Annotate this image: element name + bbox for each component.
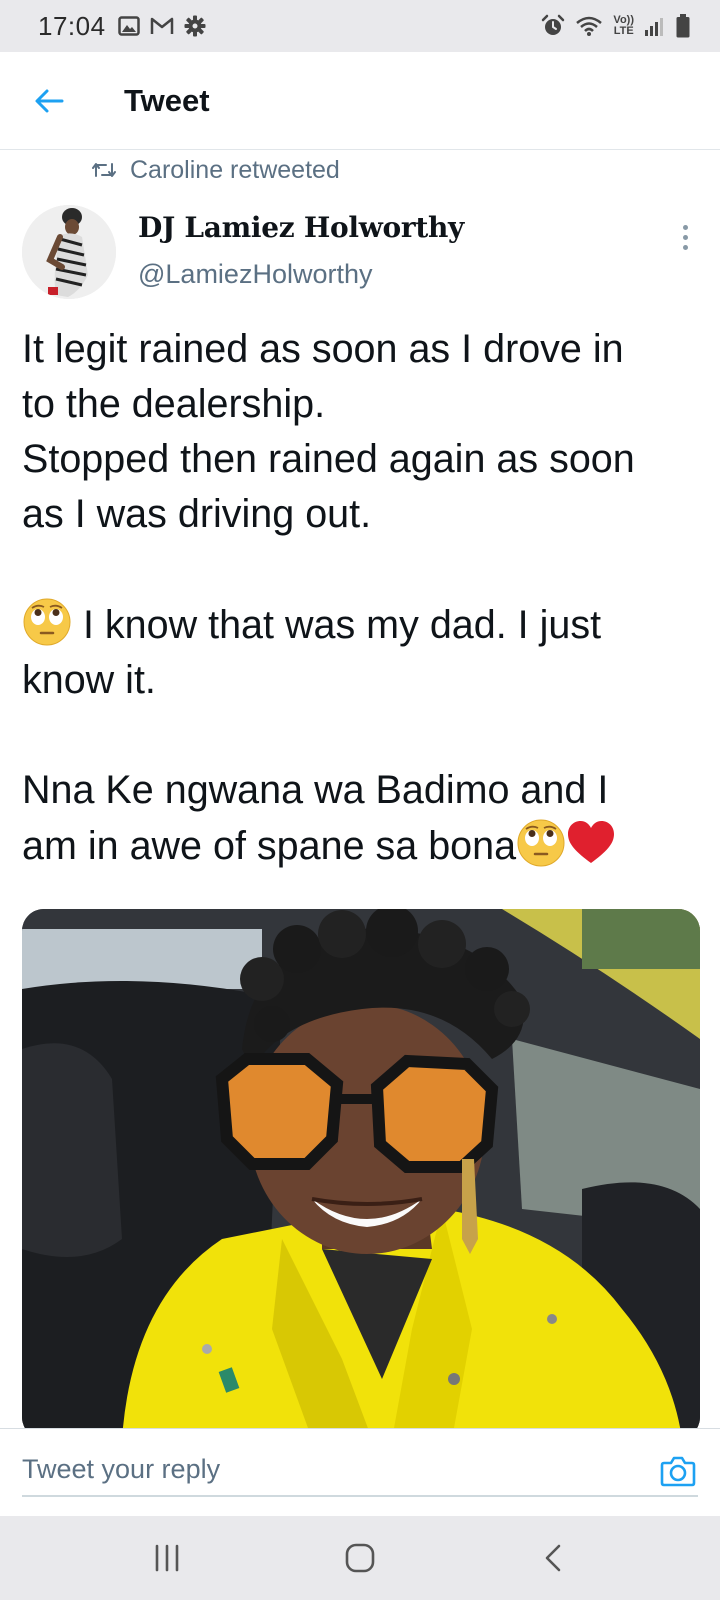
avatar[interactable] bbox=[22, 205, 116, 299]
tweet-line-text: I know that was my dad. I just bbox=[72, 603, 602, 647]
back-icon[interactable] bbox=[508, 1528, 598, 1588]
page-title: Tweet bbox=[124, 82, 210, 118]
volte-icon: Vo)) LTE bbox=[613, 15, 634, 37]
status-notification-icons bbox=[117, 15, 206, 37]
tweet-line: Nna Ke ngwana wa Badimo and I bbox=[22, 768, 609, 812]
tweet-line: I know that was my dad. I just bbox=[22, 597, 712, 653]
wifi-icon bbox=[575, 15, 603, 37]
tweet-line: am in awe of spane sa bona bbox=[22, 818, 712, 874]
red-heart-emoji bbox=[566, 818, 616, 868]
tweet-author: DJ Lamiez Holworthy @LamiezHolworthy bbox=[22, 205, 702, 300]
arrow-left-icon bbox=[35, 89, 64, 112]
volte-label-bottom: LTE bbox=[613, 25, 634, 37]
status-time: 17:04 bbox=[38, 10, 106, 41]
tweet-line-text: am in awe of spane sa bona bbox=[22, 824, 517, 868]
home-icon[interactable] bbox=[315, 1528, 405, 1588]
recent-apps-icon[interactable] bbox=[122, 1528, 212, 1588]
tweet-line: Stopped then rained again as soon bbox=[22, 437, 635, 481]
tweet-line: know it. bbox=[22, 658, 156, 702]
tweet-photo[interactable] bbox=[22, 909, 700, 1428]
gmail-icon bbox=[150, 16, 174, 36]
status-bar: 17:04 Vo)) LTE bbox=[0, 0, 720, 52]
back-button[interactable] bbox=[24, 76, 74, 126]
tweet-line: as I was driving out. bbox=[22, 492, 372, 536]
reply-input[interactable] bbox=[22, 1443, 698, 1497]
camera-icon[interactable] bbox=[658, 1451, 698, 1491]
retweet-context[interactable]: Caroline retweeted bbox=[92, 152, 340, 188]
status-system-icons: Vo)) LTE bbox=[541, 14, 690, 38]
face-with-rolling-eyes-emoji bbox=[22, 597, 72, 647]
retweet-icon bbox=[92, 163, 116, 177]
face-with-rolling-eyes-emoji bbox=[516, 818, 566, 868]
author-handle[interactable]: @LamiezHolworthy bbox=[138, 259, 372, 290]
tweet-line: It legit rained as soon as I drove in bbox=[22, 327, 624, 371]
more-vertical-icon[interactable] bbox=[670, 217, 700, 257]
alarm-icon bbox=[541, 14, 565, 38]
signal-icon bbox=[644, 15, 666, 37]
reply-bar bbox=[0, 1428, 720, 1516]
system-nav-bar bbox=[0, 1516, 720, 1600]
tweet-text: It legit rained as soon as I drove in to… bbox=[22, 322, 712, 874]
settings-gear-icon bbox=[184, 15, 206, 37]
tweet-line: to the dealership. bbox=[22, 382, 326, 426]
tweet-detail: Caroline retweeted DJ Lamiez Holworthy @… bbox=[0, 150, 720, 1428]
gallery-icon bbox=[117, 16, 140, 36]
retweeted-by-label: Caroline retweeted bbox=[130, 155, 340, 184]
author-display-name[interactable]: DJ Lamiez Holworthy bbox=[138, 211, 464, 244]
battery-icon bbox=[676, 14, 690, 38]
app-bar: Tweet bbox=[0, 52, 720, 150]
